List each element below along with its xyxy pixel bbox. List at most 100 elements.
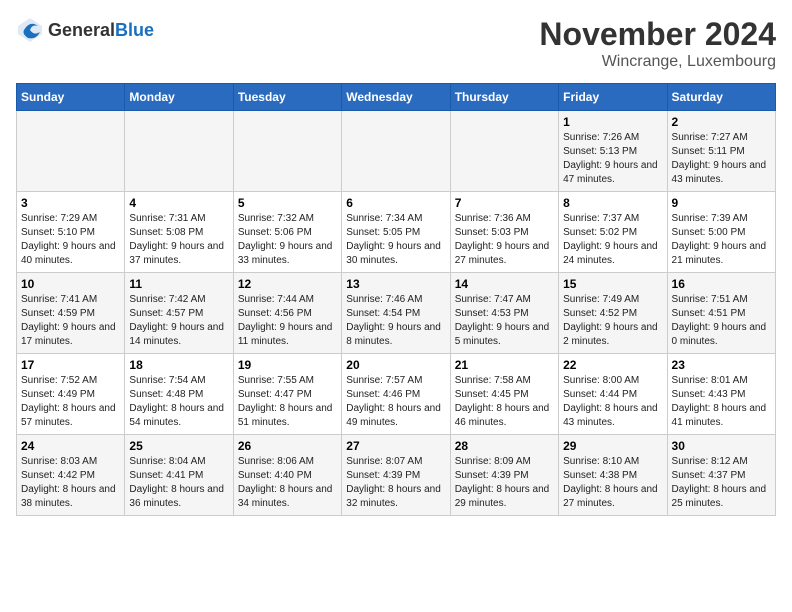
calendar-cell: 20 Sunrise: 7:57 AM Sunset: 4:46 PM Dayli…: [342, 354, 450, 435]
calendar-cell: 1Sunrise: 7:26 AM Sunset: 5:13 PM Daylig…: [559, 111, 667, 192]
day-info: Sunrise: 8:06 AM Sunset: 4:40 PM Dayligh…: [238, 455, 337, 511]
calendar-cell: 21 Sunrise: 7:58 AM Sunset: 4:45 PM Dayli…: [450, 354, 558, 435]
header-sunday: Sunday: [17, 84, 125, 111]
calendar-cell: 28 Sunrise: 8:09 AM Sunset: 4:39 PM Dayli…: [450, 435, 558, 516]
calendar-cell: 29 Sunrise: 8:10 AM Sunset: 4:38 PM Dayli…: [559, 435, 667, 516]
day-number: 1: [563, 115, 662, 129]
calendar-cell: 7 Sunrise: 7:36 AM Sunset: 5:03 PM Daylig…: [450, 192, 558, 273]
day-number: 29: [563, 439, 662, 453]
days-header-row: Sunday Monday Tuesday Wednesday Thursday…: [17, 84, 776, 111]
logo-text: GeneralBlue: [48, 20, 154, 41]
calendar-cell: 9 Sunrise: 7:39 AM Sunset: 5:00 PM Daylig…: [667, 192, 775, 273]
day-info: Sunrise: 8:03 AM Sunset: 4:42 PM Dayligh…: [21, 455, 120, 511]
calendar-cell: 23 Sunrise: 8:01 AM Sunset: 4:43 PM Dayli…: [667, 354, 775, 435]
day-info: Sunrise: 7:29 AM Sunset: 5:10 PM Dayligh…: [21, 212, 120, 268]
calendar-cell: 11 Sunrise: 7:42 AM Sunset: 4:57 PM Dayli…: [125, 273, 233, 354]
location-title: Wincrange, Luxembourg: [539, 53, 776, 71]
day-number: 19: [238, 358, 337, 372]
logo-blue: Blue: [115, 20, 154, 40]
calendar-cell: 25Sunrise: 8:04 AM Sunset: 4:41 PM Dayli…: [125, 435, 233, 516]
calendar-cell: 26 Sunrise: 8:06 AM Sunset: 4:40 PM Dayli…: [233, 435, 341, 516]
day-info: Sunrise: 7:47 AM Sunset: 4:53 PM Dayligh…: [455, 293, 554, 349]
day-info: Sunrise: 7:37 AM Sunset: 5:02 PM Dayligh…: [563, 212, 662, 268]
calendar-cell: 19Sunrise: 7:55 AM Sunset: 4:47 PM Dayli…: [233, 354, 341, 435]
day-number: 17: [21, 358, 120, 372]
header: GeneralBlue November 2024 Wincrange, Lux…: [16, 16, 776, 71]
day-info: Sunrise: 8:10 AM Sunset: 4:38 PM Dayligh…: [563, 455, 662, 511]
header-saturday: Saturday: [667, 84, 775, 111]
day-number: 13: [346, 277, 445, 291]
day-number: 22: [563, 358, 662, 372]
day-number: 16: [672, 277, 771, 291]
header-friday: Friday: [559, 84, 667, 111]
calendar-cell: 4Sunrise: 7:31 AM Sunset: 5:08 PM Daylig…: [125, 192, 233, 273]
calendar-table: Sunday Monday Tuesday Wednesday Thursday…: [16, 83, 776, 516]
day-number: 3: [21, 196, 120, 210]
calendar-cell: 22 Sunrise: 8:00 AM Sunset: 4:44 PM Dayli…: [559, 354, 667, 435]
day-info: Sunrise: 8:07 AM Sunset: 4:39 PM Dayligh…: [346, 455, 445, 511]
day-info: Sunrise: 7:39 AM Sunset: 5:00 PM Dayligh…: [672, 212, 771, 268]
calendar-cell: 2 Sunrise: 7:27 AM Sunset: 5:11 PM Daylig…: [667, 111, 775, 192]
day-info: Sunrise: 8:09 AM Sunset: 4:39 PM Dayligh…: [455, 455, 554, 511]
day-info: Sunrise: 8:12 AM Sunset: 4:37 PM Dayligh…: [672, 455, 771, 511]
calendar-week-4: 17Sunrise: 7:52 AM Sunset: 4:49 PM Dayli…: [17, 354, 776, 435]
calendar-week-2: 3 Sunrise: 7:29 AM Sunset: 5:10 PM Daylig…: [17, 192, 776, 273]
day-number: 28: [455, 439, 554, 453]
day-number: 8: [563, 196, 662, 210]
calendar-cell: [342, 111, 450, 192]
header-monday: Monday: [125, 84, 233, 111]
day-info: Sunrise: 7:51 AM Sunset: 4:51 PM Dayligh…: [672, 293, 771, 349]
calendar-cell: 30 Sunrise: 8:12 AM Sunset: 4:37 PM Dayli…: [667, 435, 775, 516]
day-number: 14: [455, 277, 554, 291]
calendar-cell: 18 Sunrise: 7:54 AM Sunset: 4:48 PM Dayli…: [125, 354, 233, 435]
day-info: Sunrise: 7:57 AM Sunset: 4:46 PM Dayligh…: [346, 374, 445, 430]
day-number: 4: [129, 196, 228, 210]
day-info: Sunrise: 7:27 AM Sunset: 5:11 PM Dayligh…: [672, 131, 771, 187]
day-info: Sunrise: 7:32 AM Sunset: 5:06 PM Dayligh…: [238, 212, 337, 268]
calendar-week-1: 1Sunrise: 7:26 AM Sunset: 5:13 PM Daylig…: [17, 111, 776, 192]
day-info: Sunrise: 8:01 AM Sunset: 4:43 PM Dayligh…: [672, 374, 771, 430]
calendar-cell: 3 Sunrise: 7:29 AM Sunset: 5:10 PM Daylig…: [17, 192, 125, 273]
day-number: 30: [672, 439, 771, 453]
day-info: Sunrise: 7:36 AM Sunset: 5:03 PM Dayligh…: [455, 212, 554, 268]
day-info: Sunrise: 7:44 AM Sunset: 4:56 PM Dayligh…: [238, 293, 337, 349]
month-title: November 2024: [539, 16, 776, 53]
day-number: 12: [238, 277, 337, 291]
day-info: Sunrise: 7:46 AM Sunset: 4:54 PM Dayligh…: [346, 293, 445, 349]
calendar-week-3: 10Sunrise: 7:41 AM Sunset: 4:59 PM Dayli…: [17, 273, 776, 354]
calendar-cell: 10Sunrise: 7:41 AM Sunset: 4:59 PM Dayli…: [17, 273, 125, 354]
day-info: Sunrise: 8:04 AM Sunset: 4:41 PM Dayligh…: [129, 455, 228, 511]
day-number: 23: [672, 358, 771, 372]
day-number: 18: [129, 358, 228, 372]
calendar-cell: 27Sunrise: 8:07 AM Sunset: 4:39 PM Dayli…: [342, 435, 450, 516]
logo-general: General: [48, 20, 115, 40]
calendar-cell: 6Sunrise: 7:34 AM Sunset: 5:05 PM Daylig…: [342, 192, 450, 273]
day-info: Sunrise: 7:42 AM Sunset: 4:57 PM Dayligh…: [129, 293, 228, 349]
calendar-cell: 8 Sunrise: 7:37 AM Sunset: 5:02 PM Daylig…: [559, 192, 667, 273]
calendar-week-5: 24Sunrise: 8:03 AM Sunset: 4:42 PM Dayli…: [17, 435, 776, 516]
day-number: 21: [455, 358, 554, 372]
day-number: 20: [346, 358, 445, 372]
day-number: 9: [672, 196, 771, 210]
calendar-cell: 14 Sunrise: 7:47 AM Sunset: 4:53 PM Dayli…: [450, 273, 558, 354]
calendar-cell: 15Sunrise: 7:49 AM Sunset: 4:52 PM Dayli…: [559, 273, 667, 354]
calendar-cell: 13 Sunrise: 7:46 AM Sunset: 4:54 PM Dayli…: [342, 273, 450, 354]
day-number: 11: [129, 277, 228, 291]
header-tuesday: Tuesday: [233, 84, 341, 111]
header-wednesday: Wednesday: [342, 84, 450, 111]
calendar-cell: 17Sunrise: 7:52 AM Sunset: 4:49 PM Dayli…: [17, 354, 125, 435]
title-area: November 2024 Wincrange, Luxembourg: [539, 16, 776, 71]
logo-icon: [16, 16, 44, 44]
day-number: 26: [238, 439, 337, 453]
day-number: 5: [238, 196, 337, 210]
calendar-cell: [17, 111, 125, 192]
logo: GeneralBlue: [16, 16, 154, 44]
day-number: 2: [672, 115, 771, 129]
day-info: Sunrise: 8:00 AM Sunset: 4:44 PM Dayligh…: [563, 374, 662, 430]
day-info: Sunrise: 7:54 AM Sunset: 4:48 PM Dayligh…: [129, 374, 228, 430]
day-number: 7: [455, 196, 554, 210]
day-number: 6: [346, 196, 445, 210]
calendar-cell: [450, 111, 558, 192]
day-number: 10: [21, 277, 120, 291]
day-info: Sunrise: 7:58 AM Sunset: 4:45 PM Dayligh…: [455, 374, 554, 430]
